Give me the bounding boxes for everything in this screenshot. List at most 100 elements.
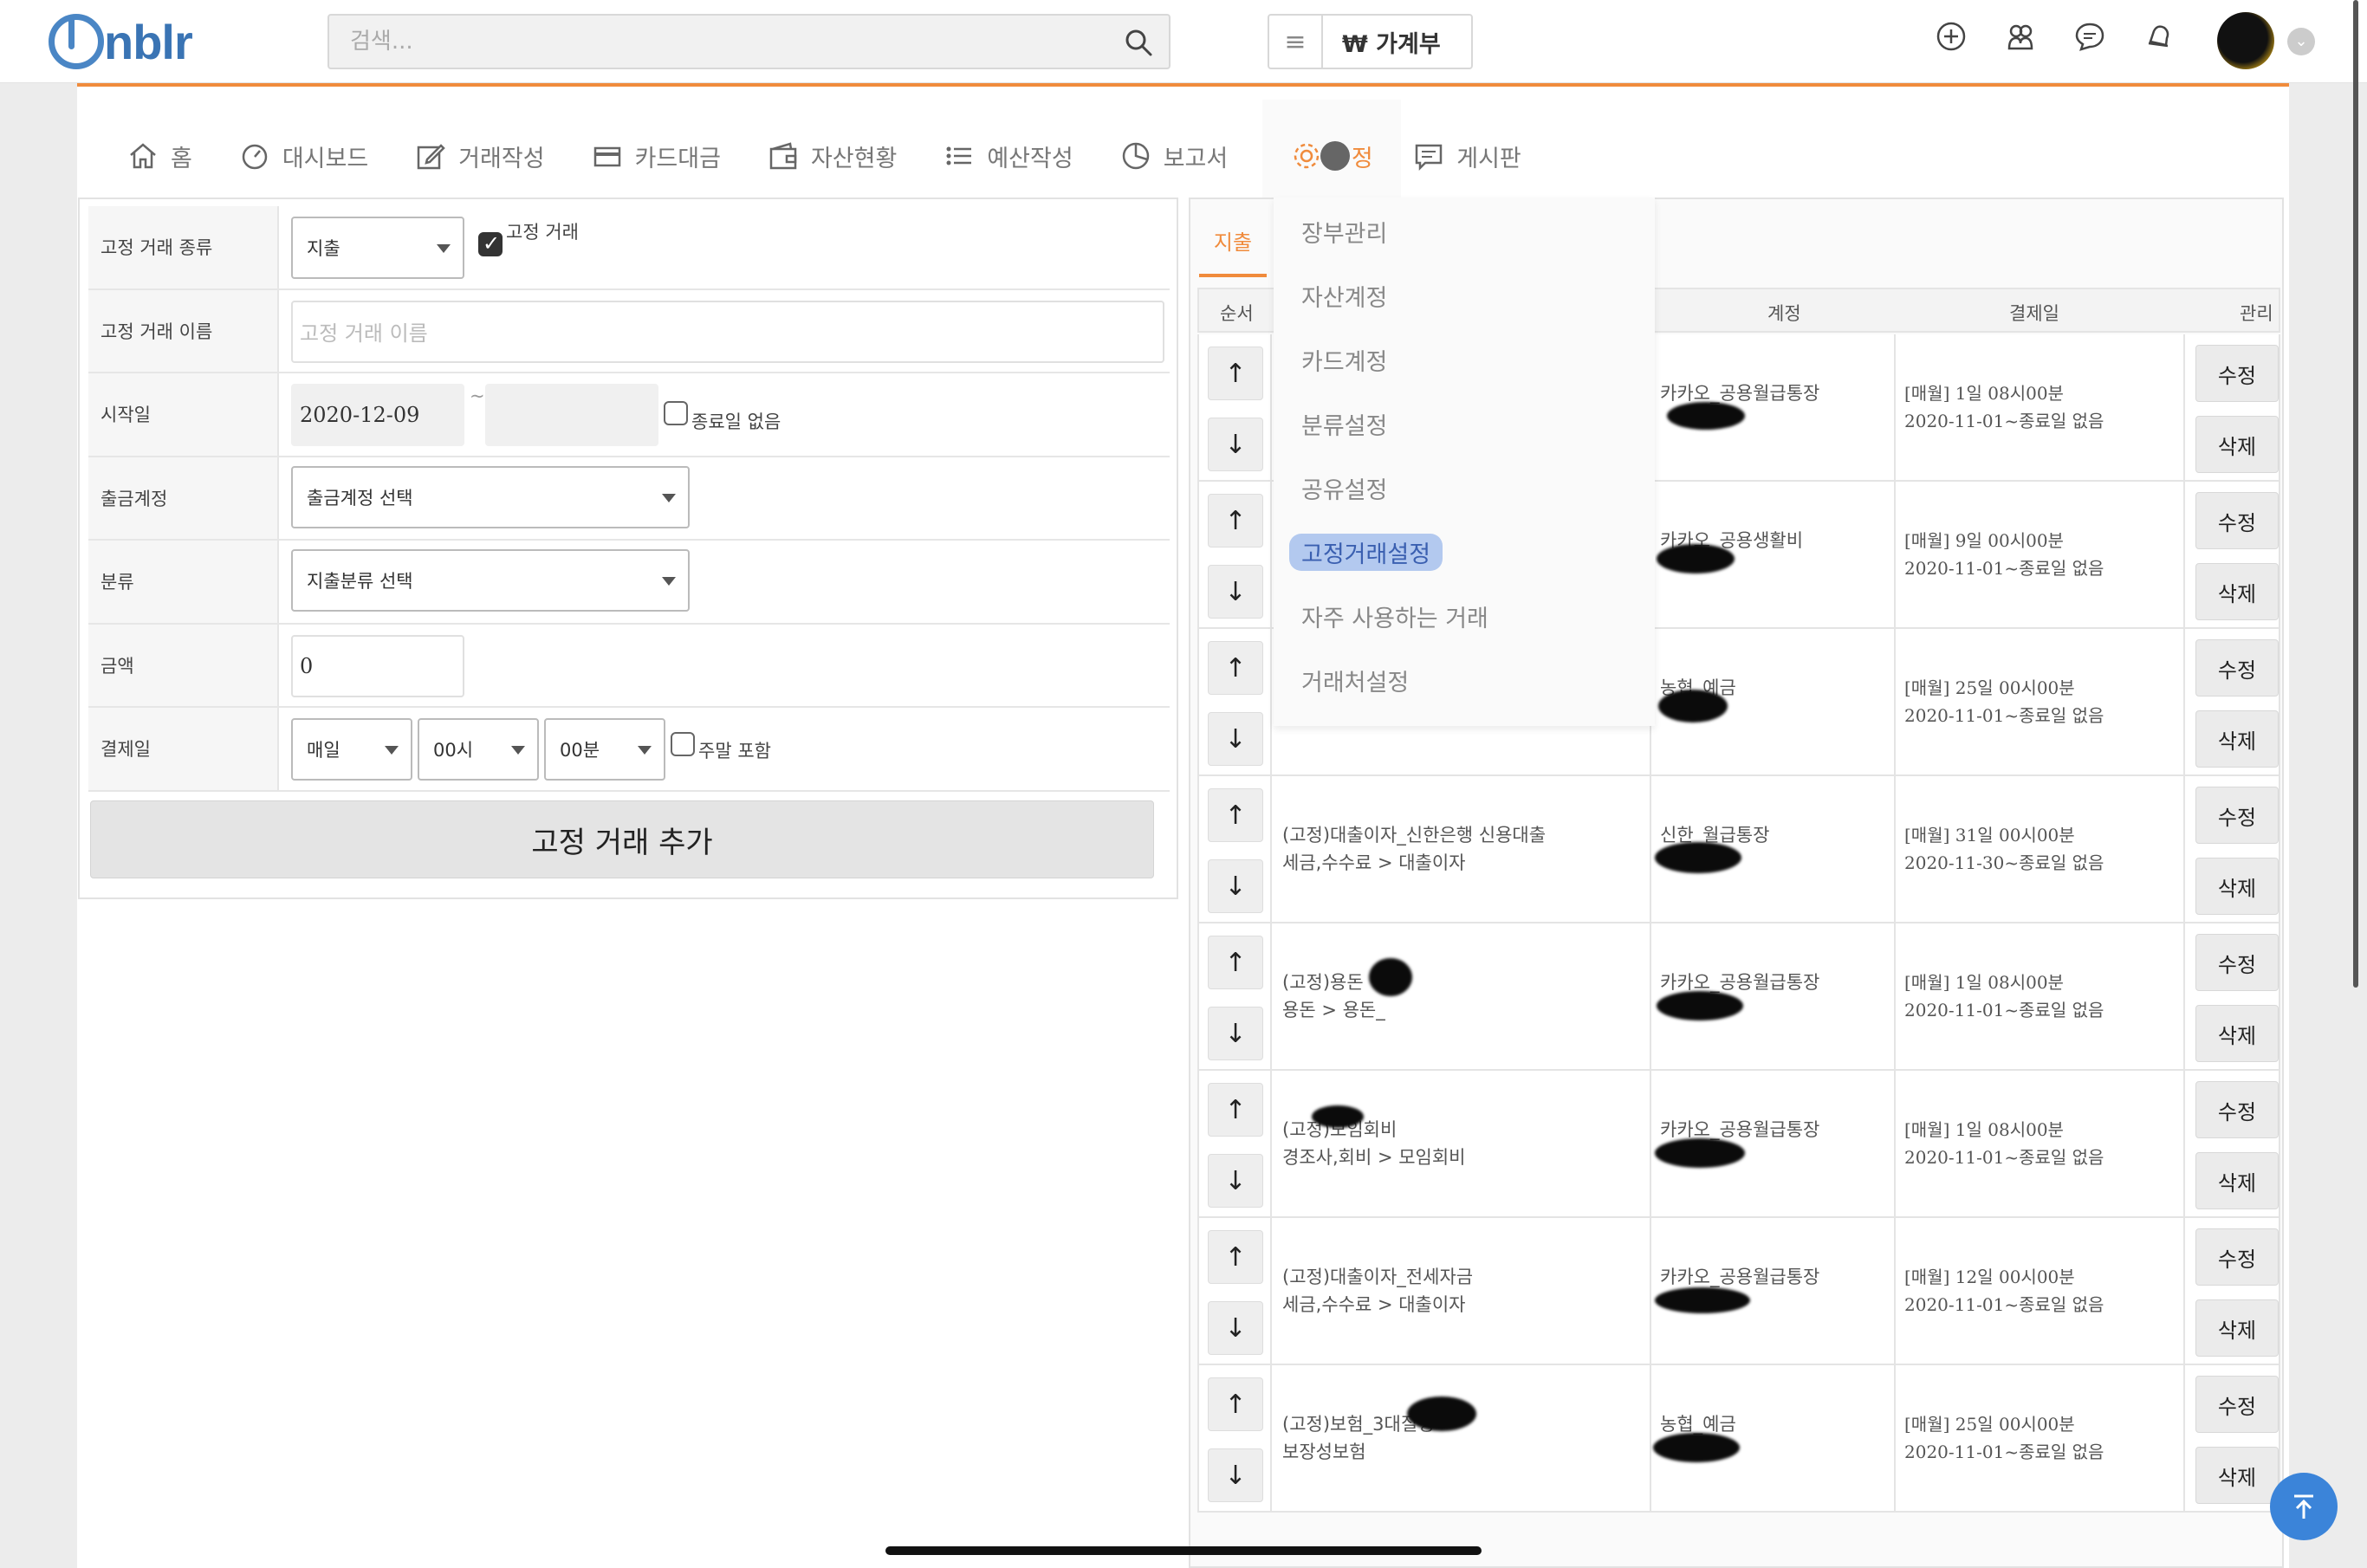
weekend-label: 주말 포함	[698, 741, 771, 761]
recurring-checkbox[interactable]	[478, 231, 503, 256]
ledger-label: ₩ 가계부	[1342, 30, 1441, 58]
minute-select[interactable]: 00분	[544, 718, 665, 781]
move-up-button[interactable]: ↑	[1208, 788, 1263, 842]
edit-button[interactable]: 수정	[2195, 639, 2279, 697]
menu-item-3[interactable]: 분류설정	[1301, 407, 1387, 441]
edit-button[interactable]: 수정	[2195, 787, 2279, 844]
nav-budget[interactable]: 예산작성	[944, 121, 1073, 191]
nav-settings-label: 정	[1351, 145, 1373, 172]
menu-item-5[interactable]: 고정거래설정	[1289, 534, 1443, 571]
nav-write[interactable]: 거래작성	[415, 121, 545, 191]
caret-down-icon	[638, 746, 652, 755]
move-up-button[interactable]: ↑	[1208, 347, 1263, 400]
move-down-button[interactable]: ↓	[1208, 859, 1263, 913]
move-down-button[interactable]: ↓	[1208, 712, 1263, 766]
nav-board[interactable]: 게시판	[1413, 121, 1521, 191]
row-name: (고정)대출이자_신한은행 신용대출 세금,수수료 > 대출이자	[1282, 821, 1546, 877]
move-down-button[interactable]: ↓	[1208, 1448, 1263, 1502]
end-date-input[interactable]	[485, 384, 658, 446]
menu-item-7[interactable]: 거래처설정	[1301, 664, 1409, 697]
move-up-button[interactable]: ↑	[1208, 1083, 1263, 1137]
category-select[interactable]: 지출분류 선택	[291, 549, 690, 612]
avatar[interactable]	[2217, 12, 2274, 69]
nav-settings[interactable]: 정	[1262, 100, 1402, 212]
delete-button[interactable]: 삭제	[2195, 563, 2279, 620]
hour-select[interactable]: 00시	[418, 718, 539, 781]
menu-item-6[interactable]: 자주 사용하는 거래	[1301, 599, 1488, 633]
redaction-mark	[1655, 1287, 1750, 1313]
row-name: (고정)모임회비 경조사,회비 > 모임회비	[1282, 1116, 1466, 1171]
row-account: 출금계정 출금계정 선택	[88, 457, 1170, 541]
start-date-input[interactable]: 2020-12-09	[291, 384, 464, 446]
chat-icon[interactable]	[2072, 19, 2107, 54]
col-divider	[1650, 1365, 1651, 1511]
move-down-button[interactable]: ↓	[1208, 1007, 1263, 1060]
col-divider	[2183, 1071, 2185, 1216]
move-up-button[interactable]: ↑	[1208, 936, 1263, 989]
nav-dashboard[interactable]: 대시보드	[239, 121, 368, 191]
edit-button[interactable]: 수정	[2195, 492, 2279, 549]
delete-button[interactable]: 삭제	[2195, 1005, 2279, 1062]
header-order: 순서	[1220, 303, 1254, 324]
col-divider	[2183, 923, 2185, 1069]
menu-item-2[interactable]: 카드계정	[1301, 343, 1387, 377]
users-icon[interactable]	[2003, 19, 2038, 54]
ledger-switcher[interactable]: ≡ ₩ 가계부	[1268, 14, 1473, 69]
nav-report[interactable]: 보고서	[1120, 121, 1228, 191]
row-schedule: [매월] 25일 00시00분 2020-11-01~종료일 없음	[1904, 1410, 2104, 1466]
tab-expense[interactable]: 지출	[1199, 217, 1267, 277]
menu-item-1[interactable]: 자산계정	[1301, 279, 1387, 313]
edit-button[interactable]: 수정	[2195, 1081, 2279, 1138]
edit-button[interactable]: 수정	[2195, 1376, 2279, 1433]
edit-button[interactable]: 수정	[2195, 1228, 2279, 1286]
bell-icon[interactable]	[2142, 19, 2176, 54]
scroll-top-button[interactable]	[2270, 1473, 2338, 1540]
move-down-button[interactable]: ↓	[1208, 1154, 1263, 1208]
main-nav: 홈 대시보드 거래작성 카드대금 자산현황 예산작성 보고서 정 게시판	[127, 100, 1568, 212]
menu-item-0[interactable]: 장부관리	[1301, 215, 1387, 249]
period-select[interactable]: 매일	[291, 718, 412, 781]
move-up-button[interactable]: ↑	[1208, 494, 1263, 548]
hamburger-icon[interactable]: ≡	[1269, 16, 1323, 68]
delete-button[interactable]: 삭제	[2195, 1299, 2279, 1357]
add-recurring-button[interactable]: 고정 거래 추가	[90, 800, 1154, 878]
amount-input[interactable]: 0	[291, 634, 464, 697]
row-title: (고정)대출이자_신한은행 신용대출	[1282, 825, 1547, 846]
redaction-mark	[1655, 1138, 1745, 1168]
nav-assets[interactable]: 자산현황	[768, 121, 897, 191]
edit-button[interactable]: 수정	[2195, 934, 2279, 991]
delete-button[interactable]: 삭제	[2195, 416, 2279, 473]
search-icon[interactable]	[1124, 28, 1153, 57]
no-end-checkbox[interactable]	[664, 401, 688, 425]
col-divider	[1270, 482, 1272, 627]
redaction-mark	[1369, 958, 1412, 996]
nav-card[interactable]: 카드대금	[592, 121, 721, 191]
edit-button[interactable]: 수정	[2195, 345, 2279, 402]
logo[interactable]: nblr	[49, 10, 193, 73]
move-down-button[interactable]: ↓	[1208, 418, 1263, 471]
delete-button[interactable]: 삭제	[2195, 858, 2279, 915]
delete-button[interactable]: 삭제	[2195, 710, 2279, 768]
col-divider	[2183, 629, 2185, 774]
move-up-button[interactable]: ↑	[1208, 1230, 1263, 1284]
account-select[interactable]: 출금계정 선택	[291, 465, 690, 528]
add-circle-icon[interactable]	[1934, 19, 1968, 54]
scrollbar[interactable]	[2353, 0, 2358, 988]
gauge-icon	[242, 144, 268, 170]
menu-item-4[interactable]: 공유설정	[1301, 471, 1387, 505]
weekend-checkbox[interactable]	[671, 732, 695, 756]
row-schedule: [매월] 12일 00시00분 2020-11-01~종료일 없음	[1904, 1263, 2104, 1319]
delete-button[interactable]: 삭제	[2195, 1447, 2279, 1504]
nav-card-label: 카드대금	[634, 145, 721, 172]
type-select[interactable]: 지출	[291, 217, 464, 279]
search-input[interactable]	[329, 16, 1169, 68]
nav-home[interactable]: 홈	[127, 121, 192, 191]
redaction-mark	[1653, 1433, 1740, 1462]
move-down-button[interactable]: ↓	[1208, 565, 1263, 619]
delete-button[interactable]: 삭제	[2195, 1152, 2279, 1209]
name-input[interactable]: 고정 거래 이름	[291, 300, 1164, 363]
move-down-button[interactable]: ↓	[1208, 1301, 1263, 1355]
move-up-button[interactable]: ↑	[1208, 641, 1263, 695]
move-up-button[interactable]: ↑	[1208, 1377, 1263, 1431]
chevron-down-icon[interactable]: ⌄	[2287, 28, 2315, 55]
